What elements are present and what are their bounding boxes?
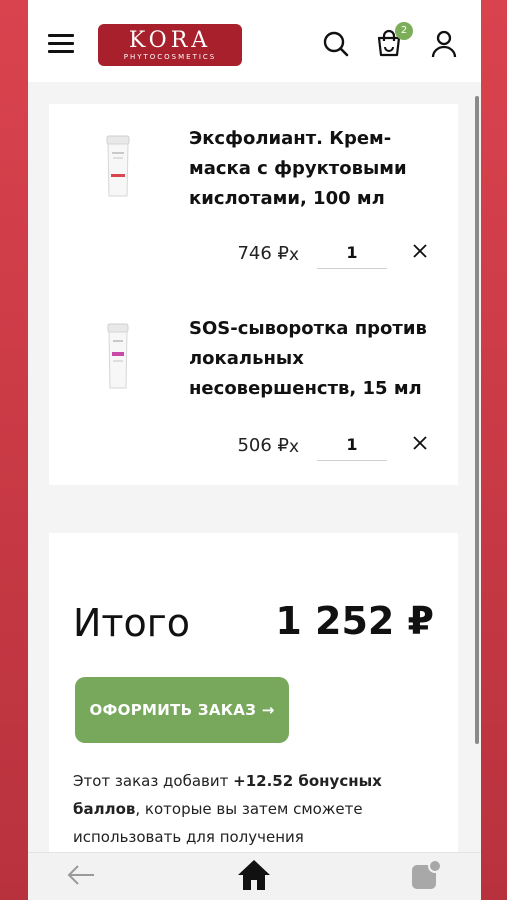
cart-count-badge: 2 [395,22,413,40]
product-price: 506 ₽ [237,435,289,456]
checkout-button[interactable]: ОФОРМИТЬ ЗАКАЗ → [75,677,289,743]
scrollbar[interactable] [475,96,479,744]
logo-subtitle: PHYTOCOSMETICS [123,53,217,61]
app-screen: KORA PHYTOCOSMETICS 2 Эксфолиант. Крем-м… [28,0,481,900]
logo-brand: KORA [128,28,212,53]
multiply-sign: x [289,245,300,265]
cart-items-card: Эксфолиант. Крем-маска с фруктовыми кисл… [49,104,458,485]
home-icon[interactable] [236,857,272,893]
notification-icon[interactable] [410,859,442,891]
search-icon[interactable] [322,30,350,58]
back-arrow-icon[interactable] [66,863,96,887]
order-summary-card: Итого 1 252 ₽ ОФОРМИТЬ ЗАКАЗ → Этот зака… [49,533,458,863]
bottom-navigation [28,852,481,900]
user-icon[interactable] [430,30,458,58]
total-label: Итого [73,601,191,645]
header: KORA PHYTOCOSMETICS 2 [28,0,481,82]
bonus-prefix: Этот заказ добавит [73,772,234,790]
total-value: 1 252 ₽ [275,599,434,643]
product-name[interactable]: SOS-сыворотка против локальных несоверше… [189,314,439,404]
product-name[interactable]: Эксфолиант. Крем-маска с фруктовыми кисл… [189,124,439,214]
product-price: 746 ₽ [237,243,289,264]
quantity-input[interactable] [317,237,387,269]
menu-icon[interactable] [48,34,74,54]
remove-item-icon[interactable] [411,242,429,260]
bonus-info: Этот заказ добавит +12.52 бонусных балло… [73,767,403,851]
remove-item-icon[interactable] [411,434,429,452]
quantity-input[interactable] [317,429,387,461]
product-tube-image[interactable] [103,134,133,200]
logo[interactable]: KORA PHYTOCOSMETICS [98,24,242,66]
multiply-sign: x [289,437,300,457]
product-tube-image[interactable] [105,322,131,392]
